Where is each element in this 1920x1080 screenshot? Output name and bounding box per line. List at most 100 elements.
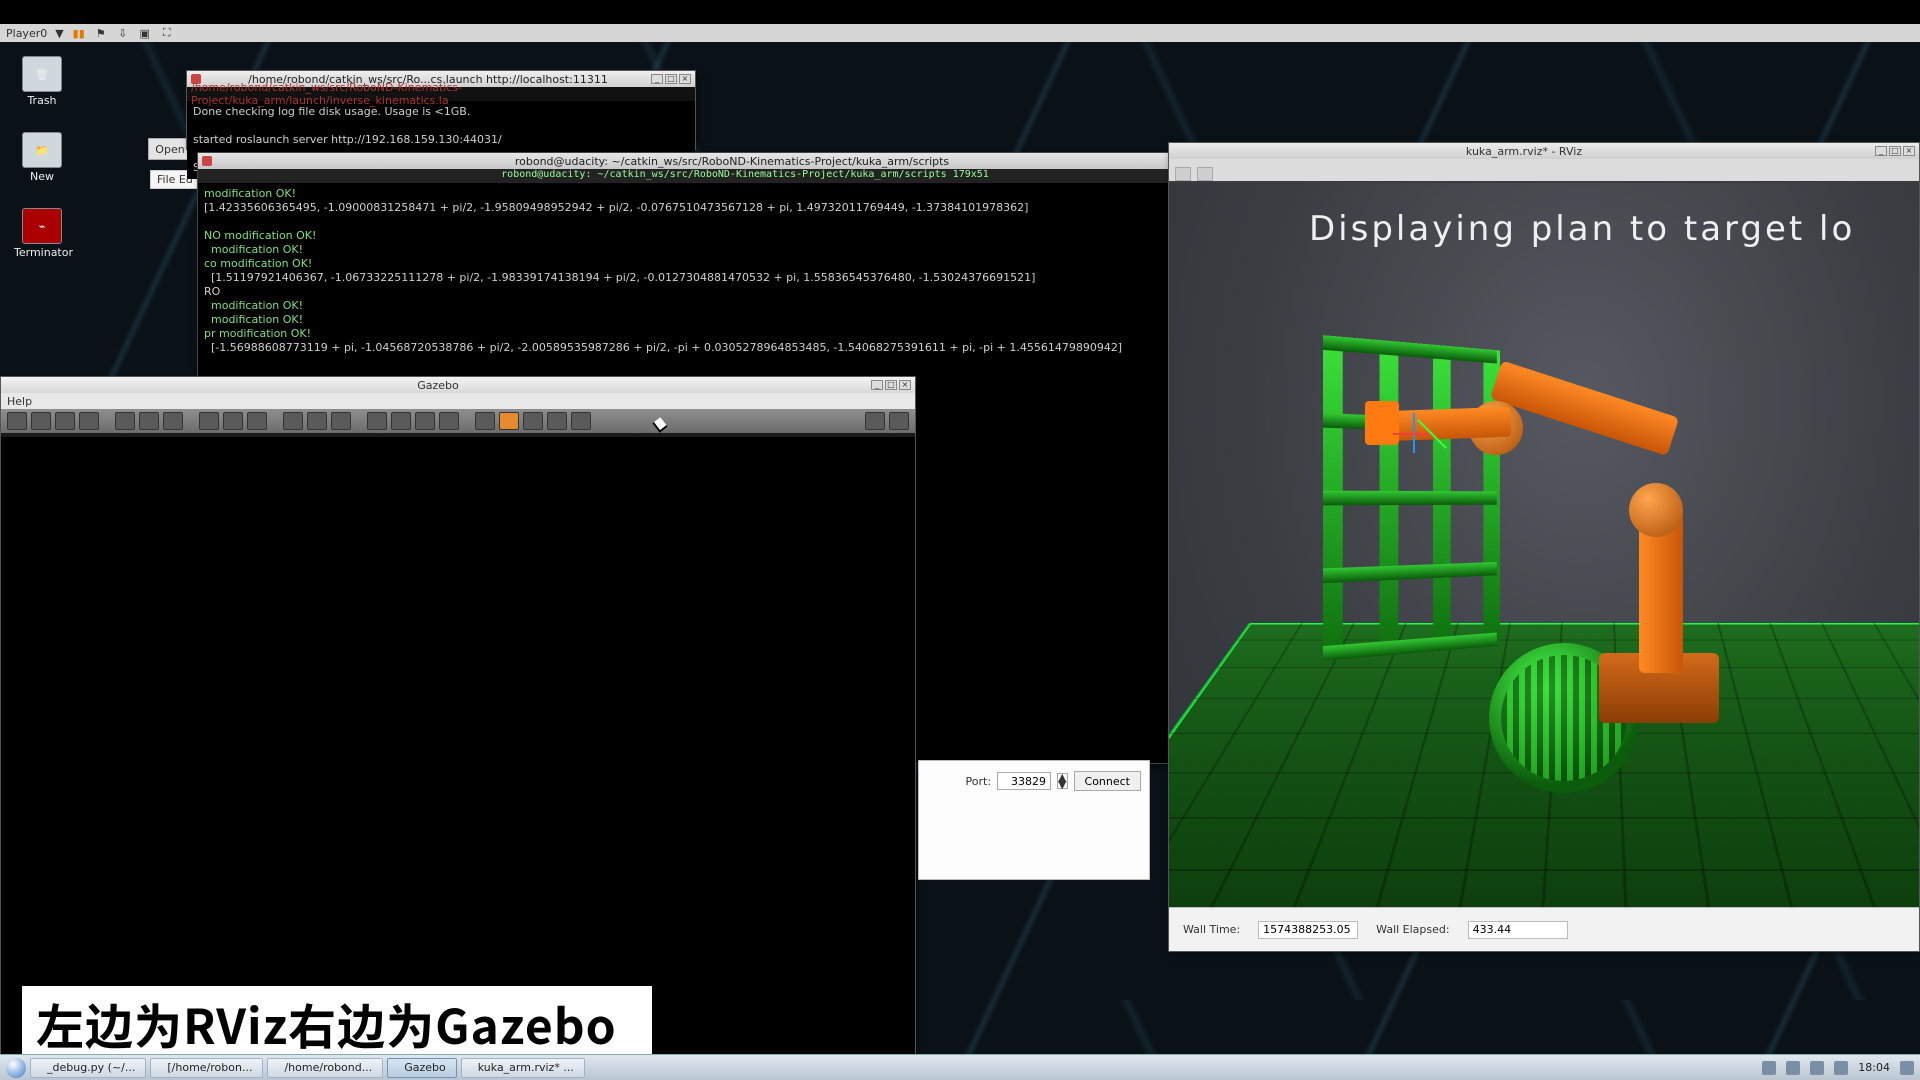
tray-updates-icon[interactable] xyxy=(1762,1061,1776,1075)
player-menu-caret[interactable]: ▼ xyxy=(55,27,63,40)
select-icon[interactable] xyxy=(7,412,27,430)
terminal-tab[interactable]: /home/robond/catkin_ws/src/RoboND-Kinema… xyxy=(187,87,695,101)
tray-display-icon[interactable] xyxy=(1834,1061,1848,1075)
taskbar: _debug.py (~/... [/home/robon... /home/rob… xyxy=(0,1054,1920,1080)
close-button[interactable]: × xyxy=(1903,146,1915,156)
port-stepper[interactable]: ▲▼ xyxy=(1057,773,1067,789)
play-icon[interactable] xyxy=(499,412,519,430)
terminal-subtitle: robond@udacity: ~/catkin_ws/src/RoboND-K… xyxy=(198,169,1292,183)
record-icon[interactable] xyxy=(523,412,543,430)
window-gazebo[interactable]: Gazebo _ □ × Help xyxy=(0,376,916,1066)
wall-elapsed-value xyxy=(1468,921,1568,939)
move-camera-icon[interactable] xyxy=(1197,167,1213,181)
system-tray: 18:04 xyxy=(1762,1061,1914,1075)
task-label: kuka_arm.rviz* ... xyxy=(478,1061,574,1074)
terminal-line: [1.42335606365495, -1.09000831258471 + p… xyxy=(204,201,1028,214)
rviz-viewport[interactable]: Displaying plan to target lo xyxy=(1169,183,1919,907)
cylinder-icon[interactable] xyxy=(247,412,267,430)
task-label: /home/robond... xyxy=(284,1061,372,1074)
tray-volume-icon[interactable] xyxy=(1810,1061,1824,1075)
send-key-icon[interactable]: ⇩ xyxy=(116,26,130,40)
terminal-line: RO xyxy=(204,285,220,298)
menubar[interactable]: Help xyxy=(1,393,915,409)
pause-icon[interactable]: ▮▮ xyxy=(72,26,86,40)
minimize-button[interactable]: _ xyxy=(871,380,883,390)
minimize-button[interactable]: _ xyxy=(1875,146,1887,156)
port-input[interactable] xyxy=(997,772,1051,790)
fullscreen-icon[interactable]: ⛶ xyxy=(160,26,174,40)
camera-icon[interactable] xyxy=(547,412,567,430)
maximize-button[interactable]: □ xyxy=(885,380,897,390)
titlebar[interactable]: kuka_arm.rviz* - RViz _ □ × xyxy=(1169,143,1919,159)
titlebar[interactable]: Gazebo _ □ × xyxy=(1,377,915,393)
log-icon[interactable] xyxy=(889,412,909,430)
terminal-line: NO modification OK! xyxy=(204,229,316,242)
bookmark-icon[interactable]: ⚑ xyxy=(94,26,108,40)
ortho-icon[interactable] xyxy=(475,412,495,430)
window-title: robond@udacity: ~/catkin_ws/src/RoboND-K… xyxy=(216,155,1248,168)
desktop-icon-label: Trash xyxy=(14,94,70,107)
terminal-line: modification OK! xyxy=(204,313,303,326)
light-point-icon[interactable] xyxy=(283,412,303,430)
terminal-line: modification OK! xyxy=(204,243,303,256)
robot-joint-1 xyxy=(1629,483,1683,537)
camera-screenshot-icon[interactable] xyxy=(865,412,885,430)
taskbar-item[interactable]: /home/robond... xyxy=(267,1058,383,1078)
taskbar-item[interactable]: Gazebo xyxy=(387,1058,457,1078)
scale-icon[interactable] xyxy=(79,412,99,430)
interact-icon[interactable] xyxy=(1175,167,1191,181)
taskbar-item[interactable]: [/home/robon... xyxy=(150,1058,263,1078)
undo-icon[interactable] xyxy=(115,412,135,430)
clock[interactable]: 18:04 xyxy=(1858,1061,1890,1074)
desktop-icon-new[interactable]: 📁 New xyxy=(14,132,70,183)
unity-icon[interactable]: ▣ xyxy=(138,26,152,40)
sphere-icon[interactable] xyxy=(223,412,243,430)
paste-icon[interactable] xyxy=(391,412,411,430)
window-roslaunch-terminal[interactable]: /home/robond/catkin_ws/src/Ro...cs.launc… xyxy=(186,70,696,150)
desktop-icon-trash[interactable]: 🗑 Trash xyxy=(14,56,70,107)
terminal-line: co modification OK! xyxy=(204,257,312,270)
terminal-line: started roslaunch server http://192.168.… xyxy=(193,133,502,146)
light-spot-icon[interactable] xyxy=(331,412,351,430)
tray-network-icon[interactable] xyxy=(1786,1061,1800,1075)
start-button[interactable] xyxy=(6,1058,26,1078)
desktop-icon-label: Terminator xyxy=(14,246,70,259)
vmware-player-bar: Player0 ▼ ▮▮ ⚑ ⇩ ▣ ⛶ xyxy=(0,24,1920,42)
task-label: _debug.py (~/... xyxy=(47,1061,135,1074)
terminal-line: modification OK! xyxy=(204,187,296,200)
grid-icon[interactable] xyxy=(439,412,459,430)
light-dir-icon[interactable] xyxy=(307,412,327,430)
move-icon[interactable] xyxy=(31,412,51,430)
vm-top-bar xyxy=(0,0,1920,24)
robot-link-3 xyxy=(1381,407,1512,442)
redo-icon[interactable] xyxy=(139,412,159,430)
terminal-tab-label: /home/robond/catkin_ws/src/RoboND-Kinema… xyxy=(191,81,691,107)
tray-user-icon[interactable] xyxy=(1900,1061,1914,1075)
port-label: Port: xyxy=(966,775,992,788)
snap-icon[interactable] xyxy=(163,412,183,430)
maximize-button[interactable]: □ xyxy=(1889,146,1901,156)
box-icon[interactable] xyxy=(199,412,219,430)
rotate-icon[interactable] xyxy=(55,412,75,430)
rviz-toolbar xyxy=(1169,159,1919,181)
copy-icon[interactable] xyxy=(367,412,387,430)
terminal-line: [-1.56988608773119 + pi, -1.045687205387… xyxy=(204,341,1122,354)
terminal-icon xyxy=(202,156,212,166)
gazebo-toolbar xyxy=(1,409,915,433)
window-rviz[interactable]: kuka_arm.rviz* - RViz _ □ × Displaying p… xyxy=(1168,142,1920,952)
taskbar-item[interactable]: _debug.py (~/... xyxy=(30,1058,146,1078)
wall-time-value xyxy=(1258,921,1358,939)
task-label: Gazebo xyxy=(404,1061,446,1074)
close-button[interactable]: × xyxy=(899,380,911,390)
taskbar-item[interactable]: kuka_arm.rviz* ... xyxy=(461,1058,585,1078)
menu-help[interactable]: Help xyxy=(7,395,32,408)
desktop-icon-terminator[interactable]: ⌁ Terminator xyxy=(14,208,70,259)
gazebo-viewport[interactable] xyxy=(1,437,915,1065)
video-caption: 左边为RViz右边为Gazebo xyxy=(22,986,652,1060)
save-icon[interactable] xyxy=(571,412,591,430)
align-icon[interactable] xyxy=(415,412,435,430)
connect-button[interactable]: Connect xyxy=(1074,771,1141,791)
player-menu-label[interactable]: Player0 xyxy=(6,27,47,40)
terminal-line: Done checking log file disk usage. Usage… xyxy=(193,105,470,118)
titlebar[interactable]: robond@udacity: ~/catkin_ws/src/RoboND-K… xyxy=(198,153,1292,169)
